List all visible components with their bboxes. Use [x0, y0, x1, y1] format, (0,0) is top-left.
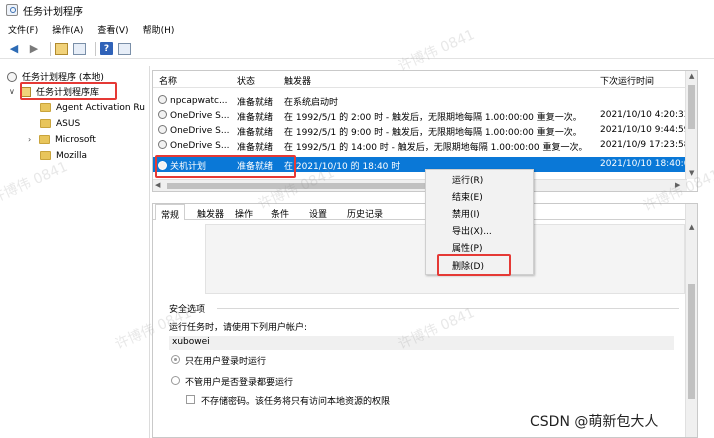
- user-account-field: xubowei: [169, 336, 674, 350]
- task-name: npcapwatc...: [170, 96, 228, 106]
- tab-settings[interactable]: 设置: [309, 207, 327, 220]
- forward-arrow-icon[interactable]: ▶: [26, 42, 42, 56]
- task-icon: [158, 140, 167, 149]
- menu-help[interactable]: 帮助(H): [143, 23, 175, 36]
- radio-run-whether-logged-on-label: 不管用户是否登录都要运行: [185, 378, 294, 388]
- task-list-vertical-scrollbar[interactable]: ▲ ▼: [685, 71, 697, 179]
- radio-run-only-logged-on-label: 只在用户登录时运行: [185, 357, 267, 367]
- folder-icon: [40, 103, 51, 112]
- security-options-title: 安全选项: [169, 305, 206, 315]
- task-row[interactable]: OneDrive S... 准备就绪 在 1992/5/1 的 9:00 时 -…: [153, 123, 697, 138]
- tree-item-asus[interactable]: ASUS: [40, 116, 80, 131]
- scroll-left-icon[interactable]: ◀: [155, 181, 160, 189]
- task-icon: [158, 110, 167, 119]
- task-status: 准备就绪: [237, 143, 274, 153]
- tab-history[interactable]: 历史记录: [347, 207, 383, 220]
- task-row[interactable]: npcapwatc... 准备就绪 在系统启动时: [153, 93, 697, 108]
- toolbar-separator: [95, 41, 96, 56]
- section-divider: [217, 308, 679, 309]
- folder-icon: [40, 151, 51, 160]
- task-next-run: 2021/10/10 4:20:33: [600, 110, 690, 120]
- highlight-delete: [437, 254, 511, 276]
- up-folder-icon[interactable]: [55, 42, 68, 55]
- tree-item-label: Microsoft: [55, 134, 96, 145]
- user-account-value: xubowei: [172, 337, 210, 347]
- task-name: OneDrive S...: [170, 141, 230, 151]
- scroll-down-icon[interactable]: ▼: [689, 169, 694, 177]
- menu-item-run[interactable]: 运行(R): [452, 173, 483, 186]
- task-name: OneDrive S...: [170, 126, 230, 136]
- task-row[interactable]: OneDrive S... 准备就绪 在 1992/5/1 的 2:00 时 -…: [153, 108, 697, 123]
- checkbox-do-not-store-password-label: 不存储密码。该任务将只有访问本地资源的权限: [201, 397, 391, 407]
- tree-item-microsoft[interactable]: › Microsoft: [28, 132, 96, 147]
- toolbar: ◀ ▶ ?: [0, 39, 714, 59]
- scroll-thumb[interactable]: [688, 284, 695, 399]
- radio-run-only-logged-on[interactable]: [171, 355, 180, 364]
- run-as-label: 运行任务时，请使用下列用户帐户:: [169, 323, 308, 333]
- column-name[interactable]: 名称: [159, 74, 177, 87]
- tab-general[interactable]: 常规: [155, 204, 186, 221]
- task-next-run: 2021/10/10 18:40:00: [600, 159, 690, 169]
- task-list-header: 名称 状态 触发器 下次运行时间: [153, 71, 697, 88]
- tree-item-agent-activation[interactable]: Agent Activation Ru: [40, 100, 145, 115]
- show-hide-tree-icon[interactable]: [73, 42, 86, 55]
- window-title: 任务计划程序: [23, 6, 83, 18]
- menu-view[interactable]: 查看(V): [97, 23, 128, 36]
- menu-bar: 文件(F) 操作(A) 查看(V) 帮助(H): [0, 21, 714, 37]
- task-status: 准备就绪: [237, 113, 274, 123]
- folder-icon: [40, 119, 51, 128]
- highlight-shutdown-task: [155, 155, 296, 178]
- highlight-library: [20, 82, 117, 100]
- task-status: 准备就绪: [237, 128, 274, 138]
- scroll-up-icon[interactable]: ▲: [689, 223, 694, 231]
- checkbox-do-not-store-password[interactable]: [186, 395, 195, 404]
- task-icon: [158, 95, 167, 104]
- scroll-thumb[interactable]: [688, 85, 695, 129]
- scroll-right-icon[interactable]: ▶: [675, 181, 680, 189]
- scroll-up-icon[interactable]: ▲: [689, 72, 694, 80]
- task-icon: [158, 125, 167, 134]
- chevron-right-icon[interactable]: ›: [28, 135, 36, 144]
- task-trigger: 在系统启动时: [284, 98, 339, 108]
- task-status: 准备就绪: [237, 98, 274, 108]
- task-trigger: 在 1992/5/1 的 14:00 时 - 触发后，无限期地每隔 1.00:0…: [284, 143, 588, 153]
- task-scheduler-app-icon: [6, 4, 18, 16]
- task-name: OneDrive S...: [170, 111, 230, 121]
- menu-action[interactable]: 操作(A): [52, 23, 83, 36]
- menu-file[interactable]: 文件(F): [8, 23, 38, 36]
- task-next-run: 2021/10/10 9:44:59: [600, 125, 690, 135]
- task-trigger: 在 1992/5/1 的 9:00 时 - 触发后，无限期地每隔 1.00:00…: [284, 128, 582, 138]
- back-arrow-icon[interactable]: ◀: [6, 42, 22, 56]
- tab-conditions[interactable]: 条件: [271, 207, 289, 220]
- clock-icon: [7, 71, 17, 82]
- tab-actions[interactable]: 操作: [235, 207, 253, 220]
- menu-item-export[interactable]: 导出(X)...: [452, 224, 492, 237]
- toolbar-separator: [50, 41, 51, 56]
- tree-item-label: ASUS: [56, 118, 81, 129]
- task-list-horizontal-scrollbar[interactable]: ◀ ▶: [153, 179, 687, 191]
- menu-item-properties[interactable]: 属性(P): [452, 241, 482, 254]
- csdn-watermark: CSDN @萌新包大人: [528, 411, 661, 431]
- chevron-down-icon[interactable]: ∨: [9, 87, 17, 96]
- task-trigger: 在 1992/5/1 的 2:00 时 - 触发后，无限期地每隔 1.00:00…: [284, 113, 582, 123]
- column-status[interactable]: 状态: [237, 74, 255, 87]
- tree-item-label: Agent Activation Ru: [56, 102, 145, 113]
- action-pane-icon[interactable]: [118, 42, 131, 55]
- detail-vertical-scrollbar[interactable]: ▲: [685, 204, 697, 437]
- menu-item-disable[interactable]: 禁用(I): [452, 207, 480, 220]
- column-next-run[interactable]: 下次运行时间: [600, 74, 654, 87]
- tree-item-mozilla[interactable]: Mozilla: [40, 148, 87, 163]
- task-row[interactable]: OneDrive S... 准备就绪 在 1992/5/1 的 14:00 时 …: [153, 138, 697, 153]
- tree-item-label: Mozilla: [56, 150, 88, 161]
- tab-triggers[interactable]: 触发器: [197, 207, 224, 220]
- task-next-run: 2021/10/9 17:23:58: [600, 140, 690, 150]
- radio-run-whether-logged-on[interactable]: [171, 376, 180, 385]
- menu-item-end[interactable]: 结束(E): [452, 190, 483, 203]
- title-bar: 任务计划程序: [0, 0, 714, 20]
- column-triggers[interactable]: 触发器: [284, 74, 311, 87]
- folder-icon: [39, 135, 50, 144]
- navigation-tree: 任务计划程序 (本地) ∨ 任务计划程序库 Agent Activation R…: [0, 66, 150, 438]
- help-icon[interactable]: ?: [100, 42, 113, 55]
